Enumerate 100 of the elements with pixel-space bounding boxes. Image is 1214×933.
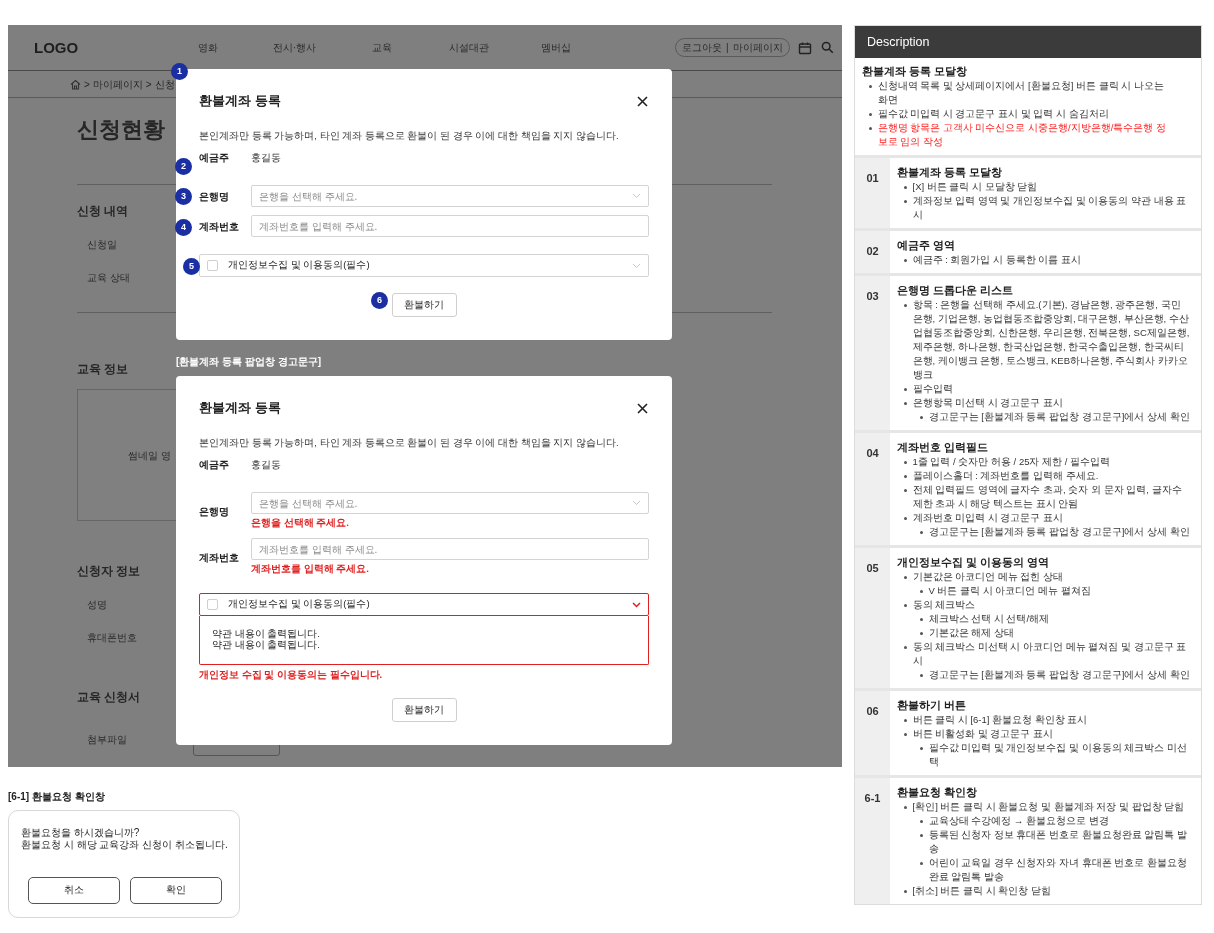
consent-checkbox[interactable] [207, 260, 218, 271]
close-button[interactable] [635, 94, 649, 108]
field-label: 신청일 [87, 238, 118, 252]
home-icon [70, 78, 81, 90]
section-title: 환불계좌 등록 모달창 [897, 165, 1004, 180]
bullet-text: 체크박스 선택 시 선택/해제 [928, 612, 1050, 626]
section-heading: 교육 정보 [77, 361, 129, 377]
row-number: 03 [866, 290, 879, 302]
field-label: 예금주 [199, 458, 230, 472]
bullet-text: 예금주 : 회원가입 시 등록한 이름 표시 [912, 253, 1081, 267]
account-number-field[interactable]: 계좌번호를 입력해 주세요. [251, 538, 649, 560]
bullet-text: [취소] 버튼 클릭 시 확인창 닫힘 [912, 884, 1051, 898]
thumbnail-label: 썸네일 영 [128, 448, 171, 463]
bullet-text: 필수입력 [912, 382, 953, 396]
bullet-text: 경고문구는 [환불계좌 등록 팝업창 경고문구]에서 상세 확인 [928, 668, 1190, 682]
close-button[interactable] [635, 401, 649, 415]
section-title: 계좌번호 입력필드 [897, 440, 990, 455]
bank-select[interactable]: 은행을 선택해 주세요. [251, 185, 649, 207]
modal-notice: 본인계좌만 등록 가능하며, 타인 계좌 등록으로 환불이 된 경우 이에 대한 책임을 지지 않습니다. [199, 129, 620, 143]
row-number: 01 [866, 172, 879, 184]
section-title: 은행명 드롭다운 리스트 [897, 283, 1015, 298]
row-number: 04 [866, 447, 879, 459]
refund-button[interactable]: 환불하기 [391, 293, 457, 317]
field-label: 휴대폰번호 [87, 631, 138, 645]
bullet-text: 필수값 미입력 시 경고문구 표시 및 입력 시 숨김처리 [877, 107, 1109, 121]
section-heading: 신청자 정보 [77, 563, 141, 579]
bullet-text: 기본값은 해제 상태 [928, 626, 1014, 640]
logo: LOGO [34, 38, 76, 57]
terms-text: 약관 내용이 출력됩니다. [212, 628, 321, 639]
modal-title: 환불계좌 등록 [199, 92, 281, 110]
section-heading: 교육 신청서 [77, 689, 141, 705]
error-message: 은행을 선택해 주세요. [251, 516, 350, 530]
account-link[interactable]: 로그아웃 [682, 40, 722, 55]
bullet-text: [X] 버튼 클릭 시 모달창 닫힘 [912, 180, 1038, 194]
number-badge: 3 [175, 188, 192, 205]
dialog-button[interactable]: 확인 [130, 877, 222, 904]
bullet-text: 은행명 항목은 고객사 미수신으로 시중은행/지방은행/특수은행 정보로 임의 작성 [877, 121, 1167, 149]
row-number: 06 [866, 705, 879, 717]
bullet-text: 버튼 비활성화 및 경고문구 표시 [912, 727, 1054, 741]
bullet-text: V 버튼 클릭 시 아코디언 메뉴 펼쳐짐 [928, 584, 1091, 598]
row-number: 02 [866, 245, 879, 257]
link-separator: | [726, 41, 729, 55]
nav-link[interactable]: 영화 [164, 40, 251, 55]
select-placeholder: 은행을 선택해 주세요. [259, 496, 358, 511]
bullet-text: 경고문구는 [환불계좌 등록 팝업창 경고문구]에서 상세 확인 [928, 525, 1190, 539]
consent-accordion-header[interactable]: 개인정보수집 및 이용동의(필수) [199, 593, 649, 616]
field-label: 교육 상태 [87, 271, 131, 285]
error-message: 계좌번호를 입력해 주세요. [251, 562, 370, 576]
bullet-text: 버튼 클릭 시 [6-1] 환불요청 확인창 표시 [912, 713, 1088, 727]
number-badge: 6 [371, 292, 388, 309]
page-title: 신청현황 [77, 116, 165, 144]
modal-notice: 본인계좌만 등록 가능하며, 타인 계좌 등록으로 환불이 된 경우 이에 대한 책임을 지지 않습니다. [199, 436, 620, 450]
nav-link[interactable]: 전시·행사 [251, 40, 338, 55]
bullet-text: 1줄 입력 / 숫자만 허용 / 25자 제한 / 필수입력 [912, 455, 1111, 469]
bullet-text: 항목 : 은행을 선택해 주세요.(기본), 경남은행, 광주은행, 국민은행, 기업은행, 농업협동조합중앙회, 대구은행, 부산은행, 수산업협동조합중앙회, 신한은행, 우리은행, 전북은행, SC제일은행, 제주은행, 하나은행, 한국산업은행, 한국수출입은행, 한국씨티은행, 케이뱅크 은행, 토스뱅크, KEB하나은행, 주식회사 카카오뱅크 [912, 298, 1190, 382]
bullet-text: 신청내역 목록 및 상세페이지에서 [환불요청] 버튼 클릭 시 나오는 화면 [877, 79, 1165, 107]
bullet-text: 경고문구는 [환불계좌 등록 팝업창 경고문구]에서 상세 확인 [928, 410, 1190, 424]
section-title: 환불계좌 등록 모달창 [862, 64, 969, 79]
section-caption: [환불계좌 등록 팝업창 경고문구] [176, 355, 321, 369]
bullet-text: 등록된 신청자 정보 휴대폰 번호로 환불요청완료 알림톡 발송 [928, 828, 1188, 856]
consent-checkbox[interactable] [207, 599, 218, 610]
account-holder-value: 홍길동 [251, 458, 281, 472]
bullet-text: 교육상태 수강예정 → 환불요청으로 변경 [928, 814, 1109, 828]
nav-link[interactable]: 교육 [338, 40, 425, 55]
consent-accordion-header[interactable]: 개인정보수집 및 이용동의(필수) [199, 254, 649, 277]
account-link[interactable]: 마이페이지 [732, 40, 783, 55]
dialog-button[interactable]: 취소 [28, 877, 120, 904]
bullet-text: 필수값 미입력 및 개인정보수집 및 이용동의 체크박스 미선택 [928, 741, 1188, 769]
section-title: 환불요청 확인창 [897, 785, 979, 800]
error-message: 개인정보 수집 및 이용동의는 필수입니다. [199, 668, 384, 682]
dialog-message: 환불요청 시 해당 교육강좌 신청이 취소됩니다. [21, 839, 228, 851]
number-badge: 4 [175, 219, 192, 236]
section-title: 환불하기 버튼 [897, 698, 968, 713]
nav-link[interactable]: 시설대관 [425, 40, 512, 55]
refund-button[interactable]: 환불하기 [391, 698, 457, 722]
field-label: 계좌번호 [199, 219, 240, 234]
bullet-text: 기본값은 아코디언 메뉴 접힌 상태 [912, 570, 1064, 584]
chevron-down-icon [632, 500, 641, 506]
close-icon [636, 402, 648, 414]
field-label: 은행명 [199, 504, 230, 519]
select-placeholder: 은행을 선택해 주세요. [259, 189, 358, 204]
close-icon [636, 95, 648, 107]
bullet-text: [확인] 버튼 클릭 시 환불요청 및 환불계좌 저장 및 팝업창 닫힘 [912, 800, 1185, 814]
bullet-text: 동의 체크박스 미선택 시 아코디언 메뉴 펼쳐짐 및 경고문구 표시 [912, 640, 1188, 668]
dialog-message: 환불요청을 하시겠습니까? [21, 827, 140, 839]
section-caption: [6-1] 환불요청 확인창 [8, 790, 105, 804]
account-holder-value: 홍길동 [251, 151, 281, 165]
account-number-field[interactable]: 계좌번호를 입력해 주세요. [251, 215, 649, 237]
number-badge: 1 [171, 63, 188, 80]
breadcrumb-link[interactable]: 마이페이지 [92, 76, 143, 92]
bank-select[interactable]: 은행을 선택해 주세요. [251, 492, 649, 514]
section-title: 개인정보수집 및 이용동의 영역 [897, 555, 1051, 570]
number-badge: 5 [183, 258, 200, 275]
chevron-down-icon [632, 193, 641, 199]
field-label: 성명 [87, 598, 108, 612]
bullet-text: 계좌번호 미입력 시 경고문구 표시 [912, 511, 1064, 525]
bullet-text: 플레이스홀더 : 계좌번호를 입력해 주세요. [912, 469, 1099, 483]
number-badge: 2 [175, 158, 192, 175]
nav-link[interactable]: 멤버십 [512, 40, 599, 55]
modal-title: 환불계좌 등록 [199, 399, 281, 417]
